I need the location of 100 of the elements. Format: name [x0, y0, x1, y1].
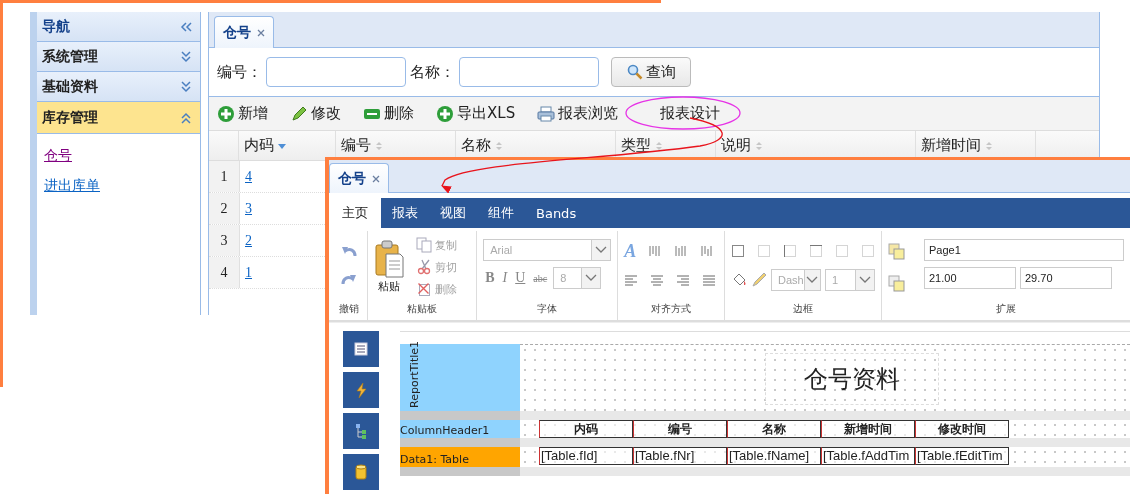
caret-icon [859, 276, 871, 284]
report-field-cell: [Table.fEditTim [915, 447, 1009, 465]
page-width-field[interactable]: 21.00 [924, 267, 1016, 289]
close-icon [257, 28, 265, 37]
border-icon [835, 244, 849, 258]
toolbar-button[interactable]: 删除 [361, 104, 416, 123]
printer-icon [537, 105, 556, 122]
band-name: ColumnHeader1 [400, 424, 490, 438]
justify-icon [702, 274, 717, 288]
search-icon [626, 64, 643, 80]
page-height-field[interactable]: 29.70 [1020, 267, 1112, 289]
border-icon [809, 244, 823, 258]
report-field-cell: [Table.fNr] [633, 447, 727, 465]
list-icon [352, 340, 370, 358]
ribbon-tab[interactable]: 主页 [329, 198, 381, 228]
caret-icon [595, 246, 608, 254]
copy-icon [415, 237, 432, 253]
chevron-down-icon [180, 80, 192, 93]
scissors-icon [415, 259, 432, 275]
search-button[interactable]: 查询 [611, 57, 691, 87]
tool-button[interactable] [343, 331, 379, 367]
table-link[interactable]: 4 [245, 168, 252, 185]
x-icon [415, 281, 432, 297]
group-label: 字体 [536, 302, 559, 316]
toolbar-button[interactable]: 报表设计 [658, 104, 723, 123]
caret-icon [585, 274, 598, 282]
report-header-cell: 内码 [539, 420, 633, 438]
band-name: ReportTitle1 [408, 340, 422, 408]
field-label: 名称： [410, 62, 455, 82]
cylinder-icon [352, 463, 370, 481]
align-left-icon [624, 274, 639, 288]
report-header-cell: 修改时间 [915, 420, 1009, 438]
table-link[interactable]: 3 [245, 200, 252, 217]
report-title: 仓号资料 [766, 354, 938, 404]
border-icon [783, 244, 797, 258]
accordion-header[interactable]: 基础资料 [37, 72, 200, 102]
accordion-header[interactable]: 库存管理 [37, 102, 200, 134]
field-label: 编号： [217, 62, 262, 82]
vertical-lines-icon [648, 244, 663, 258]
layers-icon [888, 275, 906, 293]
format-button[interactable]: abc [531, 272, 550, 284]
report-field-cell: [Table.fName] [727, 447, 821, 465]
ribbon-tab[interactable]: Bands [525, 198, 588, 228]
row-number: 3 [209, 225, 240, 256]
chevron-down-icon [180, 50, 192, 63]
layers-icon [888, 243, 906, 261]
tool-button[interactable] [343, 413, 379, 449]
accordion-header[interactable]: 系统管理 [37, 42, 200, 72]
report-field-cell: [Table.fId] [539, 447, 633, 465]
paste-button[interactable]: 粘贴 [373, 239, 404, 294]
toolbar-button[interactable]: 报表浏览 [535, 104, 621, 123]
format-button[interactable]: U [513, 270, 528, 286]
plus-icon [217, 104, 235, 123]
group-label: 粘贴板 [405, 302, 438, 316]
plus-icon [436, 104, 454, 123]
pencil-icon [290, 104, 308, 123]
toolbar-button[interactable]: 修改 [288, 104, 343, 123]
row-number: 1 [209, 161, 240, 192]
group-label: 边框 [792, 302, 814, 316]
toolbar-button[interactable]: 新增 [215, 104, 270, 123]
border-icon [731, 244, 745, 258]
close-icon [372, 174, 380, 183]
row-number: 2 [209, 193, 240, 224]
border-icon [757, 244, 771, 258]
ribbon-tab[interactable]: 报表 [381, 198, 429, 228]
toolbar-button[interactable]: 导出XLS [434, 104, 518, 123]
format-button[interactable]: I [500, 270, 510, 286]
ribbon-tab[interactable]: 视图 [429, 198, 477, 228]
group-label: 扩展 [995, 302, 1017, 316]
band-name: Data1: Table [400, 453, 469, 467]
vertical-lines-icon [674, 244, 689, 258]
align-center-icon [650, 274, 665, 288]
tab[interactable]: 仓号 [329, 163, 389, 193]
collapse-icon [180, 20, 192, 33]
table-link[interactable]: 2 [245, 232, 252, 249]
tool-button[interactable] [343, 454, 379, 490]
row-number: 4 [209, 257, 240, 288]
text-input[interactable] [266, 57, 406, 87]
nav-link[interactable]: 仓号 [44, 146, 72, 164]
tab[interactable]: 仓号 [214, 16, 274, 48]
minus-icon [363, 107, 381, 120]
chevron-up-icon [180, 111, 192, 124]
report-header-cell: 名称 [727, 420, 821, 438]
border-icon [861, 244, 875, 258]
ribbon-tab[interactable]: 组件 [477, 198, 525, 228]
vertical-lines-icon [700, 244, 715, 258]
table-link[interactable]: 1 [245, 264, 252, 281]
clipboard-icon [373, 239, 404, 279]
pen-icon [751, 272, 767, 288]
group-label: 撤销 [337, 302, 360, 316]
nav-link[interactable]: 进出库单 [44, 176, 100, 194]
paint-bucket-icon [731, 272, 747, 288]
report-header-cell: 编号 [633, 420, 727, 438]
report-header-cell: 新增时间 [821, 420, 915, 438]
format-button[interactable]: B [483, 270, 497, 286]
group-label: 对齐方式 [650, 302, 693, 316]
text-input[interactable] [459, 57, 599, 87]
sidebar-title: 导航 [42, 17, 70, 36]
report-field-cell: [Table.fAddTim [821, 447, 915, 465]
page-name-field[interactable]: Page1 [924, 239, 1124, 261]
